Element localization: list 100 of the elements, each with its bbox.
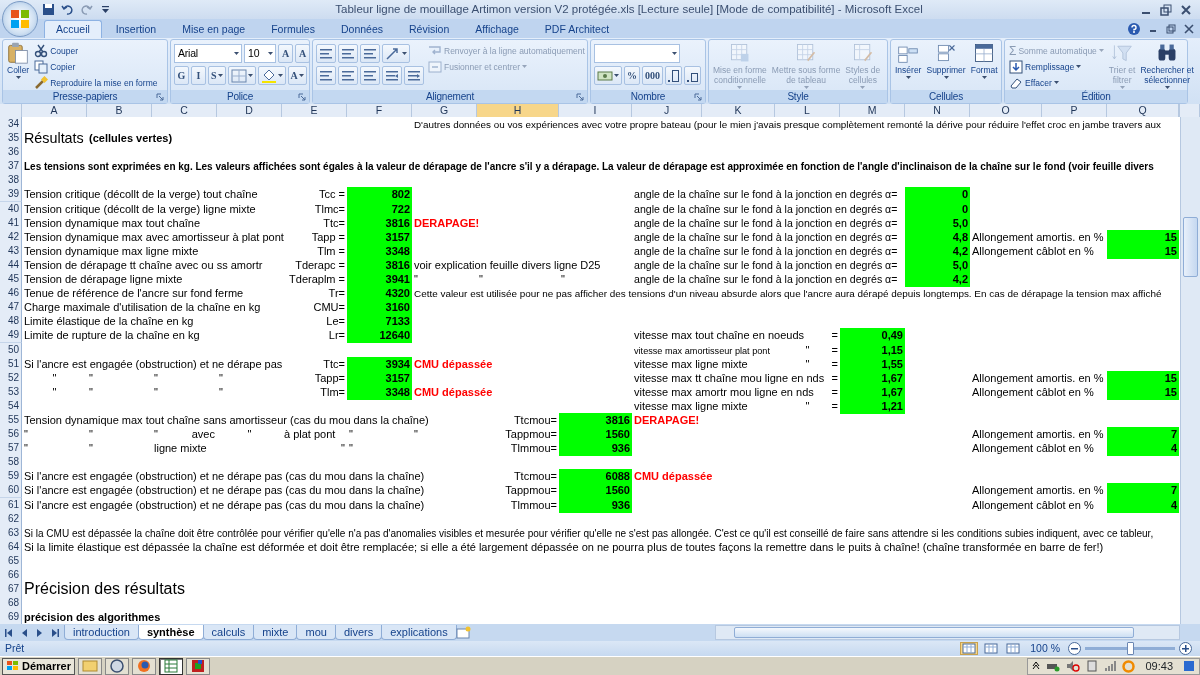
cell-text: angle de la chaîne sur le fond à la jonction en degrés α= (634, 244, 898, 257)
tool-button[interactable] (382, 66, 402, 85)
restore-icon[interactable] (1166, 24, 1176, 34)
column-header[interactable]: H (477, 104, 559, 118)
ribbon-tab[interactable]: Formules (259, 20, 327, 38)
sheet-tab[interactable]: synthèse (137, 625, 204, 640)
ribbon-tab[interactable]: Révision (397, 20, 462, 38)
ribbon-button[interactable]: Supprimer (925, 42, 967, 79)
cell-text: " (154, 385, 158, 398)
value-cell: 15 (1107, 370, 1179, 386)
tool-button[interactable]: S (208, 66, 226, 85)
combo-field[interactable]: Arial (174, 44, 242, 63)
row-number[interactable]: 39 (0, 187, 22, 203)
tool-button[interactable]: I (191, 66, 206, 85)
ribbon-tab[interactable]: PDF Architect (532, 20, 622, 38)
row-number[interactable]: 69 (0, 610, 22, 624)
zoom-in-icon[interactable] (1179, 642, 1192, 655)
ribbon-tab[interactable]: Données (328, 20, 395, 38)
dialog-launcher-icon[interactable] (298, 93, 306, 101)
show-desktop-icon[interactable] (1183, 660, 1195, 672)
ribbon-button[interactable]: Coller (6, 42, 31, 79)
color-squares-icon[interactable] (189, 658, 206, 674)
sheet-tab[interactable]: introduction (64, 625, 139, 640)
value-cell: 3816 (559, 412, 632, 428)
tool-button[interactable] (594, 66, 622, 85)
dialog-launcher-icon[interactable] (694, 93, 702, 101)
ribbon-tab[interactable]: Affichage (463, 20, 531, 38)
ribbon-button[interactable]: Couper (33, 43, 159, 58)
sheet-tab[interactable]: mixte (253, 625, 298, 640)
tool-button[interactable] (338, 66, 358, 85)
cell-text: angle de la chaîne sur le fond à la jonction en degrés α= (634, 273, 898, 286)
cell-text: Allongement câblot en % (972, 442, 1094, 455)
ribbon-button[interactable]: Remplissage (1008, 59, 1105, 74)
ribbon-tab[interactable]: Accueil (44, 20, 102, 38)
tool-button[interactable]: % (624, 66, 640, 85)
tool-button[interactable]: A (295, 44, 310, 63)
tool-button[interactable] (360, 66, 380, 85)
tool-button[interactable]: A (278, 44, 293, 63)
row-number[interactable]: 60 (0, 483, 22, 499)
ribbon-button[interactable]: Rechercher et sélectionner (1139, 42, 1195, 89)
tool-button[interactable] (316, 44, 336, 63)
ribbon-button[interactable]: Effacer (1008, 75, 1105, 90)
combo-field[interactable] (594, 44, 680, 63)
tool-button[interactable] (404, 66, 424, 85)
ribbon-button[interactable]: Reproduire la mise en forme (33, 75, 159, 90)
ribbon-button[interactable]: Format (969, 42, 999, 79)
close-icon[interactable] (1184, 24, 1194, 34)
insert-sheet-icon[interactable] (455, 626, 472, 639)
tool-button[interactable] (338, 44, 358, 63)
slider-thumb[interactable] (1127, 642, 1134, 655)
folder-icon[interactable] (81, 658, 98, 674)
tool-button[interactable] (360, 44, 380, 63)
tool-button[interactable] (665, 66, 682, 85)
tool-button[interactable]: G (174, 66, 189, 85)
sheet-tab[interactable]: explications (381, 625, 457, 640)
tool-button[interactable]: A (287, 66, 307, 85)
cell-text: Allongement amortis. en % (972, 371, 1104, 384)
ribbon-button[interactable]: Copier (33, 59, 159, 74)
tool-button[interactable]: 000 (642, 66, 663, 85)
combo-field[interactable]: 10 (244, 44, 276, 63)
dialog-launcher-icon[interactable] (576, 93, 584, 101)
first-sheet-icon[interactable] (4, 626, 15, 639)
customize-caret-icon[interactable] (99, 3, 112, 16)
cell-text: Tension dynamique max tout chaîne (24, 216, 201, 229)
group-label: Édition (1081, 89, 1111, 104)
vertical-scrollbar[interactable] (1180, 117, 1200, 624)
spreadsheet-app-icon[interactable] (162, 658, 179, 674)
zoom-out-icon[interactable] (1068, 642, 1081, 655)
tool-button[interactable] (684, 66, 701, 85)
ribbon-tab[interactable]: Insertion (103, 20, 169, 38)
cell-text: " (414, 428, 418, 441)
ribbon-button[interactable]: Insérer (894, 42, 923, 79)
page-break-icon[interactable] (1006, 643, 1021, 654)
page-layout-icon[interactable] (984, 643, 999, 654)
ribbon-tab[interactable]: Mise en page (170, 20, 258, 38)
tool-button[interactable] (382, 44, 410, 63)
device-icon[interactable] (1086, 660, 1099, 672)
dialog-launcher-icon[interactable] (156, 93, 164, 101)
browser-icon[interactable] (135, 658, 152, 674)
signal-bars-icon[interactable] (1104, 660, 1117, 672)
sheet-tab[interactable]: divers (334, 625, 383, 640)
sheet-tab[interactable]: calculs (202, 625, 255, 640)
tool-button[interactable] (257, 66, 286, 85)
muted-speaker-icon[interactable] (1066, 660, 1081, 672)
chevron-up-icon[interactable] (1032, 662, 1041, 670)
row-number[interactable]: 49 (0, 328, 22, 344)
last-sheet-icon[interactable] (49, 626, 60, 639)
undo-icon[interactable] (61, 3, 74, 16)
start-button[interactable]: Démarrer (2, 657, 75, 675)
cell-text: Tension dynamique max tout chaîne sans amortisseur (cas du mou dans la chaîne) (24, 413, 429, 426)
sheet-tab[interactable]: mou (296, 625, 336, 640)
restore-icon[interactable] (1160, 3, 1172, 16)
tool-button[interactable] (316, 66, 336, 85)
scissors-icon (34, 43, 49, 58)
save-icon[interactable] (42, 3, 55, 16)
horizontal-scrollbar[interactable] (715, 625, 1180, 640)
close-icon[interactable] (1180, 3, 1192, 16)
help-icon[interactable] (1128, 23, 1140, 35)
cell-text: vitesse max amortr mou ligne en nds (634, 385, 814, 398)
normal-view-icon[interactable] (962, 643, 977, 654)
